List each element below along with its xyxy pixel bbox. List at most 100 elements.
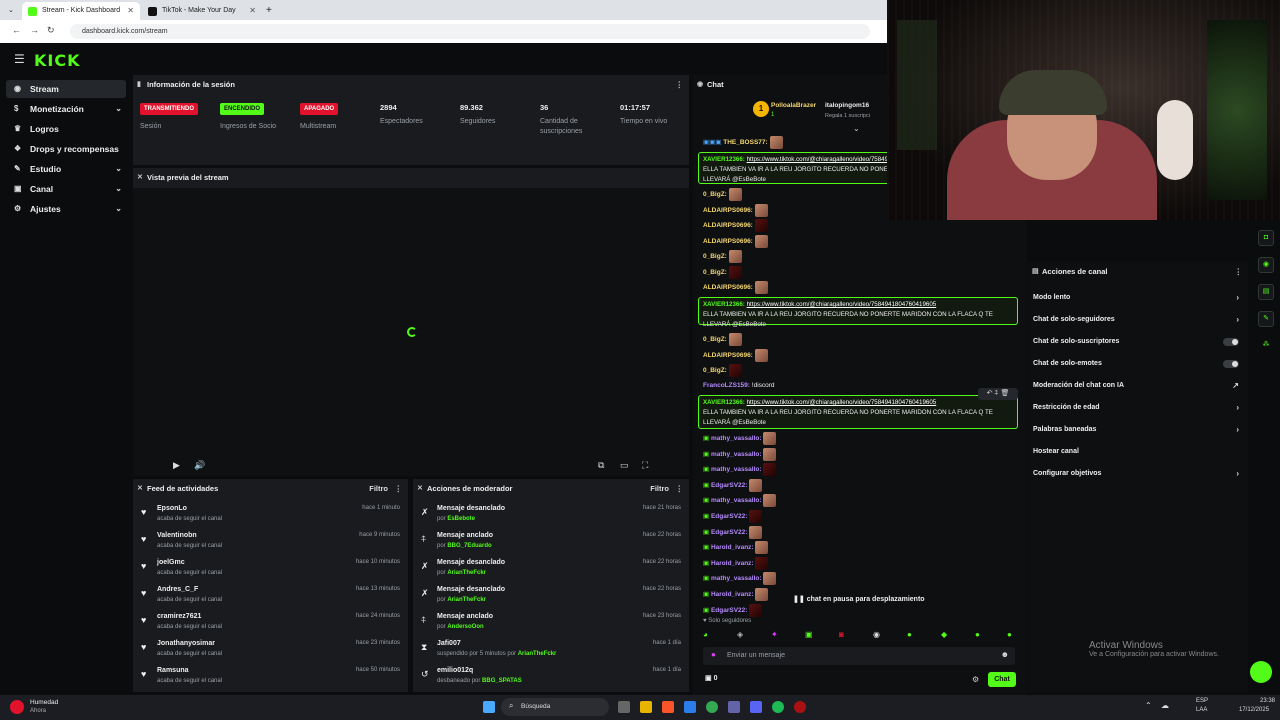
windows-start-icon[interactable] xyxy=(483,701,495,713)
chat-paused-notice[interactable]: ❚❚ chat en pausa para desplazamiento xyxy=(793,595,925,603)
channel-action-row[interactable]: Restricción de edad › xyxy=(1033,398,1241,418)
chat-username[interactable]: mathy_vassallo: xyxy=(711,451,762,458)
pin-icon[interactable]: ⍏ xyxy=(994,390,998,397)
chat-username[interactable]: Harold_ivanz: xyxy=(711,544,754,551)
chat-username[interactable]: EdgarSV22: xyxy=(711,482,748,489)
chat-username[interactable]: 0_BigZ: xyxy=(703,367,727,374)
channel-action-row[interactable]: Configurar objetivos › xyxy=(1033,464,1241,484)
brave-icon[interactable] xyxy=(662,701,674,713)
kick-logo[interactable]: KICK xyxy=(34,51,81,70)
chat-username[interactable]: EdgarSV22: xyxy=(711,513,748,520)
taskbar-search[interactable]: ⌕ Búsqueda xyxy=(501,698,609,716)
teams-icon[interactable] xyxy=(728,701,740,713)
filter-button[interactable]: Filtro xyxy=(650,479,669,499)
moderator-name[interactable]: BBG_SPATAS xyxy=(482,678,522,684)
tab-kick-dashboard[interactable]: Stream - Kick Dashboard ✕ xyxy=(22,2,140,20)
close-tab-icon[interactable]: ✕ xyxy=(249,2,256,20)
settings-icon[interactable]: ⚙ xyxy=(972,675,979,684)
chat-username[interactable]: 0_BigZ: xyxy=(703,191,727,198)
chat-username[interactable]: ALDAIRPS0696: xyxy=(703,352,753,359)
gift-user[interactable]: italopingom16 xyxy=(825,102,869,109)
filter-button[interactable]: Filtro xyxy=(369,479,388,499)
emote-icon[interactable]: ◈ xyxy=(737,630,743,639)
channel-action-row[interactable]: Chat de solo-suscriptores xyxy=(1033,332,1241,352)
moderator-name[interactable]: EsBebote xyxy=(447,516,475,522)
weather-icon[interactable] xyxy=(10,700,24,714)
chat-username[interactable]: ALDAIRPS0696: xyxy=(703,207,753,214)
url-field[interactable]: dashboard.kick.com/stream xyxy=(70,24,870,39)
forward-icon[interactable]: → xyxy=(30,25,39,35)
emote-icon[interactable]: ● xyxy=(1007,630,1012,639)
tab-list-chevron-icon[interactable]: ⌄ xyxy=(4,2,20,20)
channel-action-row[interactable]: Modo lento › xyxy=(1033,288,1241,308)
chrome-icon[interactable] xyxy=(706,701,718,713)
activity-user[interactable]: joelGmc xyxy=(157,559,185,566)
activity-user[interactable]: Jonathanyosimar xyxy=(157,640,215,647)
mic-icon[interactable]: ● xyxy=(711,650,716,659)
emote-icon[interactable]: ● xyxy=(907,630,912,639)
emote-icon[interactable]: ◉ xyxy=(873,630,880,639)
kebab-menu-icon[interactable]: ⋮ xyxy=(676,479,684,499)
discord-icon[interactable] xyxy=(750,701,762,713)
chat-bubble-icon[interactable]: ◘ xyxy=(1258,230,1274,246)
sidebar-item-estudio[interactable]: ✎ Estudio ⌄ xyxy=(6,160,126,178)
task-view-icon[interactable] xyxy=(618,701,630,713)
chat-username[interactable]: mathy_vassallo: xyxy=(711,435,762,442)
close-icon[interactable]: ✕ xyxy=(137,168,143,188)
close-icon[interactable]: ✕ xyxy=(137,479,143,499)
close-icon[interactable]: ✕ xyxy=(417,479,423,499)
sidebar-item-monetizacion[interactable]: $ Monetización ⌄ xyxy=(6,100,126,118)
moderator-name[interactable]: ArianTheFckr xyxy=(447,570,486,576)
channel-action-row[interactable]: Chat de solo-emotes xyxy=(1033,354,1241,374)
pinned-message[interactable]: XAVIER12366: https://www.tiktok.com/@chi… xyxy=(698,395,1018,429)
activity-user[interactable]: EpsonLo xyxy=(157,505,187,512)
channel-action-row[interactable]: Chat de solo-seguidores › xyxy=(1033,310,1241,330)
activity-user[interactable]: cramirez7621 xyxy=(157,613,201,620)
chat-username[interactable]: ALDAIRPS0696: xyxy=(703,238,753,245)
channel-action-row[interactable]: Palabras baneadas › xyxy=(1033,420,1241,440)
moderator-name[interactable]: BBG_7Eduardo xyxy=(447,543,491,549)
broadcast-icon[interactable]: ◉ xyxy=(1258,257,1274,273)
toggle-switch[interactable] xyxy=(1223,338,1239,346)
chat-username[interactable]: ALDAIRPS0696: xyxy=(703,284,753,291)
chat-username[interactable]: mathy_vassallo: xyxy=(711,466,762,473)
moderator-name[interactable]: ArianTheFckr xyxy=(518,651,557,657)
emote-icon[interactable]: ● xyxy=(975,630,980,639)
delete-icon[interactable]: 🗑 xyxy=(1001,390,1010,397)
volume-icon[interactable]: 🔊 xyxy=(194,460,205,471)
emote-icon[interactable]: ◕ xyxy=(703,630,708,639)
chat-username[interactable]: mathy_vassallo: xyxy=(711,498,762,505)
assistant-button[interactable] xyxy=(1250,661,1272,683)
emote-icon[interactable]: ◆ xyxy=(941,630,947,639)
moderator-name[interactable]: AndersoOon xyxy=(447,624,483,630)
chat-username[interactable]: EdgarSV22: xyxy=(711,607,748,614)
channel-action-row[interactable]: Moderación del chat con IA ↗ xyxy=(1033,376,1241,396)
chat-input[interactable]: ● Enviar un mensaje ☻ xyxy=(703,647,1015,665)
chat-username[interactable]: Harold_ivanz: xyxy=(711,591,754,598)
fullscreen-icon[interactable]: ⛶ xyxy=(642,460,648,471)
emote-icon[interactable]: ◙ xyxy=(839,630,844,639)
kebab-menu-icon[interactable]: ⋮ xyxy=(1235,262,1243,282)
sidebar-item-stream[interactable]: ◉ Stream xyxy=(6,80,126,98)
reload-icon[interactable]: ↻ xyxy=(47,25,55,36)
chat-username[interactable]: mathy_vassallo: xyxy=(711,576,762,583)
widgets-icon[interactable]: ⁂ xyxy=(1258,338,1274,354)
reply-icon[interactable]: ↶ xyxy=(987,390,993,397)
network-icon[interactable]: ☁ xyxy=(1161,701,1169,710)
sidebar-item-logros[interactable]: ♛ Logros xyxy=(6,120,126,138)
tiktok-link[interactable]: https://www.tiktok.com/@chiaragalleno/vi… xyxy=(747,301,937,308)
toggle-switch[interactable] xyxy=(1223,360,1239,368)
sidebar-item-ajustes[interactable]: ⚙ Ajustes ⌄ xyxy=(6,200,126,218)
chat-username[interactable]: ALDAIRPS0696: xyxy=(703,222,753,229)
theater-icon[interactable]: ▭ xyxy=(620,460,629,471)
chat-username[interactable]: FrancoLZS159: xyxy=(703,382,750,389)
chat-users-count[interactable]: ▣ 0 xyxy=(705,674,717,682)
chat-username[interactable]: 0_BigZ: xyxy=(703,336,727,343)
tray-chevron-icon[interactable]: ⌃ xyxy=(1145,701,1152,710)
kebab-menu-icon[interactable]: ⋮ xyxy=(395,479,403,499)
chat-username[interactable]: 0_BigZ: xyxy=(703,253,727,260)
emote-icon[interactable]: ✦ xyxy=(771,630,778,639)
activity-user[interactable]: Andres_C_F xyxy=(157,586,198,593)
kebab-menu-icon[interactable]: ⋮ xyxy=(676,75,684,95)
play-icon[interactable]: ▶ xyxy=(173,460,180,471)
